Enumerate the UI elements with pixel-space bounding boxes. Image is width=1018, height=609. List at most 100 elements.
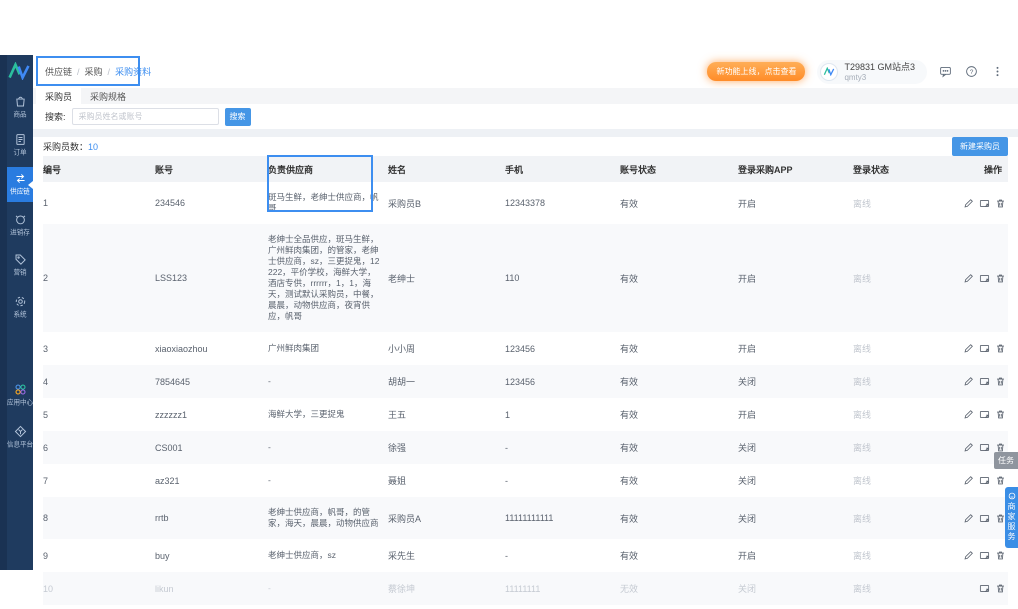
table-row[interactable]: 7 az321 - 聂姐 - 有效 关闭 离线 (43, 464, 1008, 497)
cell-name: 采购员B (388, 198, 422, 209)
topbar-right: 新功能上线，点击查看 T29831 GM站点3 qmty3 ? (707, 59, 1004, 84)
cell-phone: - (505, 475, 508, 486)
edit-icon[interactable] (963, 513, 974, 524)
cell-phone: - (505, 550, 508, 561)
cell-account: rrtb (155, 513, 169, 523)
edit-icon[interactable] (963, 475, 974, 486)
cell-suppliers: - (268, 583, 271, 593)
app-center-icon (14, 384, 26, 395)
help-icon[interactable]: ? (965, 65, 978, 78)
breadcrumb-supply-chain[interactable]: 供应链 (45, 65, 72, 78)
cell-name: 徐强 (388, 443, 407, 453)
header-account-status: 账号状态 (620, 156, 738, 182)
tab-purchaser[interactable]: 采购员 (36, 88, 82, 104)
table-row[interactable]: 8 rrtb 老绅士供应商，帆哥，的管家，海天，晨晨，动物供应商 采购员A 11… (43, 497, 1008, 539)
new-feature-banner[interactable]: 新功能上线，点击查看 (707, 62, 806, 81)
cell-name: 采购员A (388, 513, 422, 524)
sidebar-item-label: 系统 (13, 310, 27, 319)
topbar: 供应链 / 采购 / 采购资料 新功能上线，点击查看 T29831 GM站点3 (33, 55, 1018, 88)
table-row[interactable]: 1 234546 斑马生鲜，老绅士供应商，帆哥 采购员B 12343378 有效… (43, 182, 1008, 224)
header-name: 姓名 (388, 156, 505, 182)
card-icon[interactable] (979, 343, 990, 354)
delete-icon[interactable] (995, 273, 1006, 284)
breadcrumb-purchase[interactable]: 采购 (85, 65, 103, 78)
cell-login-status: 离线 (853, 551, 872, 561)
sidebar-item-app-center[interactable]: 应用中心 (7, 383, 33, 408)
cell-actions (960, 365, 1008, 398)
cell-no: 9 (43, 550, 49, 561)
cell-actions (960, 497, 1008, 539)
table-row[interactable]: 6 CS001 - 徐强 - 有效 关闭 离线 (43, 431, 1008, 464)
sidebar-item-marketing[interactable]: 营销 (7, 253, 33, 278)
cell-login-status: 离线 (853, 377, 872, 387)
svg-text:?: ? (970, 69, 974, 76)
sidebar-item-supply-chain[interactable]: 供应链 (7, 167, 33, 202)
cell-account: xiaoxiaozhou (155, 343, 208, 354)
table-row[interactable]: 9 buy 老绅士供应商，sz 采先生 - 有效 开启 离线 (43, 539, 1008, 572)
sidebar-item-label: 商品 (13, 110, 27, 119)
card-icon[interactable] (979, 475, 990, 486)
table-row[interactable]: 3 xiaoxiaozhou 广州鲜肉集团 小小周 123456 有效 开启 离… (43, 332, 1008, 365)
sidebar-item-system[interactable]: 系统 (7, 295, 33, 320)
tab-purchase-spec[interactable]: 采购规格 (81, 88, 135, 104)
system-icon (15, 296, 25, 307)
card-icon[interactable] (979, 409, 990, 420)
edit-icon[interactable] (963, 376, 974, 387)
cell-phone: 1 (505, 409, 511, 420)
search-input[interactable] (71, 108, 219, 125)
logo-icon (8, 62, 30, 81)
task-side-tab[interactable]: 任务 (994, 452, 1018, 469)
cell-login-status: 离线 (853, 584, 872, 594)
edit-icon[interactable] (963, 442, 974, 453)
merchant-service-side-tab[interactable]: 商家服务 (1005, 487, 1018, 548)
table-row[interactable]: 4 7854645 - 胡胡一 123456 有效 关闭 离线 (43, 365, 1008, 398)
card-icon[interactable] (979, 376, 990, 387)
cell-phone: 11111111111 (505, 513, 554, 523)
create-purchaser-button[interactable]: 新建采购员 (952, 137, 1008, 156)
edit-icon[interactable] (963, 198, 974, 209)
account-menu[interactable]: T29831 GM站点3 qmty3 (817, 59, 927, 84)
cell-account: az321 (155, 475, 180, 486)
breadcrumb-separator: / (107, 66, 111, 77)
header-login-status: 登录状态 (853, 156, 960, 182)
delete-icon[interactable] (995, 550, 1006, 561)
delete-icon[interactable] (995, 376, 1006, 387)
card-icon[interactable] (979, 273, 990, 284)
delete-icon[interactable] (995, 583, 1006, 594)
sidebar-item-label: 进销存 (10, 228, 30, 237)
header-actions: 操作 (960, 156, 1008, 182)
sidebar-item-label: 营销 (13, 268, 27, 277)
account-id: qmty3 (844, 72, 867, 82)
cell-login-status: 离线 (853, 410, 872, 420)
cell-account: zzzzzz1 (155, 409, 188, 420)
more-icon[interactable] (991, 65, 1004, 78)
card-icon[interactable] (979, 550, 990, 561)
sidebar-item-info-platform[interactable]: 信息平台 (7, 425, 33, 450)
delete-icon[interactable] (995, 198, 1006, 209)
table-row[interactable]: 5 zzzzzz1 海鲜大学，三更捉鬼 王五 1 有效 开启 离线 (43, 398, 1008, 431)
sidebar-item-goods[interactable]: 商品 (7, 95, 33, 120)
message-icon[interactable] (939, 65, 952, 78)
delete-icon[interactable] (995, 409, 1006, 420)
delete-icon[interactable] (995, 475, 1006, 486)
search-button[interactable]: 搜索 (224, 107, 251, 126)
cell-account-status: 有效 (620, 513, 639, 524)
delete-icon[interactable] (995, 343, 1006, 354)
purchaser-count-label: 采购员数： (43, 142, 89, 152)
card-icon[interactable] (979, 583, 990, 594)
edit-icon[interactable] (963, 409, 974, 420)
sidebar-item-inventory[interactable]: 进销存 (7, 213, 33, 238)
edit-icon[interactable] (963, 273, 974, 284)
card-icon[interactable] (979, 198, 990, 209)
edit-icon[interactable] (963, 343, 974, 354)
table-row[interactable]: 2 LSS123 老绅士全品供应，斑马生鲜，广州鲜肉集团，的管家，老绅士供应商，… (43, 224, 1008, 332)
sidebar-item-label: 订单 (13, 148, 27, 157)
cell-no: 10 (43, 583, 54, 594)
table-row[interactable]: 10 likun - 蔡徐坤 11111111 无效 关闭 离线 (43, 572, 1008, 605)
breadcrumb-purchase-data[interactable]: 采购资料 (115, 65, 151, 78)
customer-service-icon (1008, 492, 1015, 500)
sidebar-item-orders[interactable]: 订单 (7, 133, 33, 158)
card-icon[interactable] (979, 442, 990, 453)
card-icon[interactable] (979, 513, 990, 524)
edit-icon[interactable] (963, 550, 974, 561)
